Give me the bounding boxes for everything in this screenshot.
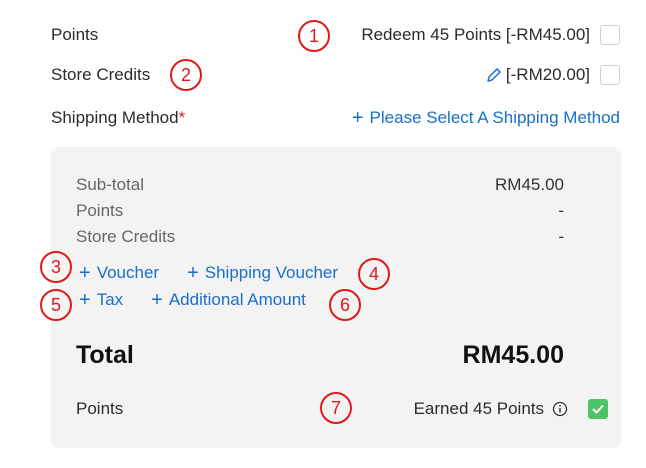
check-icon — [592, 404, 604, 414]
summary-label: Store Credits — [76, 227, 176, 246]
store-credits-row: Store Credits [-RM20.00] — [51, 62, 620, 88]
add-voucher-link[interactable]: + Voucher — [79, 263, 159, 283]
total-row: Total RM45.00 — [76, 341, 564, 370]
select-shipping-method-text: Please Select A Shipping Method — [369, 108, 620, 127]
plus-icon: + — [79, 289, 91, 311]
annotation-marker-5: 5 — [40, 289, 72, 321]
plus-icon: + — [187, 262, 199, 284]
summary-label: Sub-total — [76, 175, 145, 194]
points-redeem: Redeem 45 Points [-RM45.00] — [361, 25, 620, 45]
required-asterisk: * — [178, 108, 186, 127]
annotation-marker-6: 6 — [329, 289, 361, 321]
plus-icon: + — [351, 107, 364, 129]
summary-value: - — [558, 227, 564, 246]
store-credits-amount: [-RM20.00] — [505, 65, 590, 84]
add-tax-link[interactable]: + Tax — [79, 290, 123, 310]
summary-value: - — [558, 201, 564, 220]
add-shipping-voucher-link[interactable]: + Shipping Voucher — [187, 263, 338, 283]
summary-label: Points — [76, 201, 124, 220]
select-shipping-method-link[interactable]: + Please Select A Shipping Method — [352, 108, 620, 128]
shipping-method-row: Shipping Method* + Please Select A Shipp… — [51, 105, 620, 131]
annotation-marker-1: 1 — [298, 20, 330, 52]
add-shipping-voucher-text: Shipping Voucher — [204, 263, 339, 282]
store-credits-redeem: [-RM20.00] — [486, 65, 620, 85]
summary-actions-row-2: + Tax + Additional Amount — [79, 290, 306, 310]
shipping-method-label: Shipping Method* — [51, 108, 186, 127]
earned-points-label: Points — [76, 399, 124, 418]
earned-points-checkbox[interactable] — [588, 399, 608, 419]
points-row: Points Redeem 45 Points [-RM45.00] — [51, 22, 620, 48]
plus-icon: + — [151, 289, 163, 311]
store-credits-checkbox[interactable] — [600, 65, 620, 85]
add-additional-amount-link[interactable]: + Additional Amount — [151, 290, 306, 310]
annotation-marker-7: 7 — [320, 392, 352, 424]
plus-icon: + — [79, 262, 91, 284]
annotation-marker-3: 3 — [40, 251, 72, 283]
earned-points-text: Earned 45 Points — [413, 399, 544, 418]
add-voucher-text: Voucher — [96, 263, 160, 282]
annotation-marker-4: 4 — [358, 258, 390, 290]
summary-row-subtotal: Sub-total RM45.00 — [76, 175, 564, 195]
summary-row-store-credits: Store Credits - — [76, 227, 564, 247]
annotation-marker-2: 2 — [170, 59, 202, 91]
info-icon[interactable] — [552, 401, 568, 417]
store-credits-label: Store Credits — [51, 65, 151, 84]
total-value: RM45.00 — [462, 341, 564, 369]
summary-value: RM45.00 — [495, 175, 564, 194]
summary-actions-row-1: + Voucher + Shipping Voucher — [79, 263, 338, 283]
add-tax-text: Tax — [96, 290, 124, 309]
points-label: Points — [51, 25, 99, 44]
total-label: Total — [76, 341, 134, 369]
redeem-points-checkbox[interactable] — [600, 25, 620, 45]
summary-row-points: Points - — [76, 201, 564, 221]
add-additional-amount-text: Additional Amount — [168, 290, 306, 309]
redeem-points-text: Redeem 45 Points [-RM45.00] — [361, 25, 590, 44]
pencil-icon[interactable] — [486, 67, 502, 83]
